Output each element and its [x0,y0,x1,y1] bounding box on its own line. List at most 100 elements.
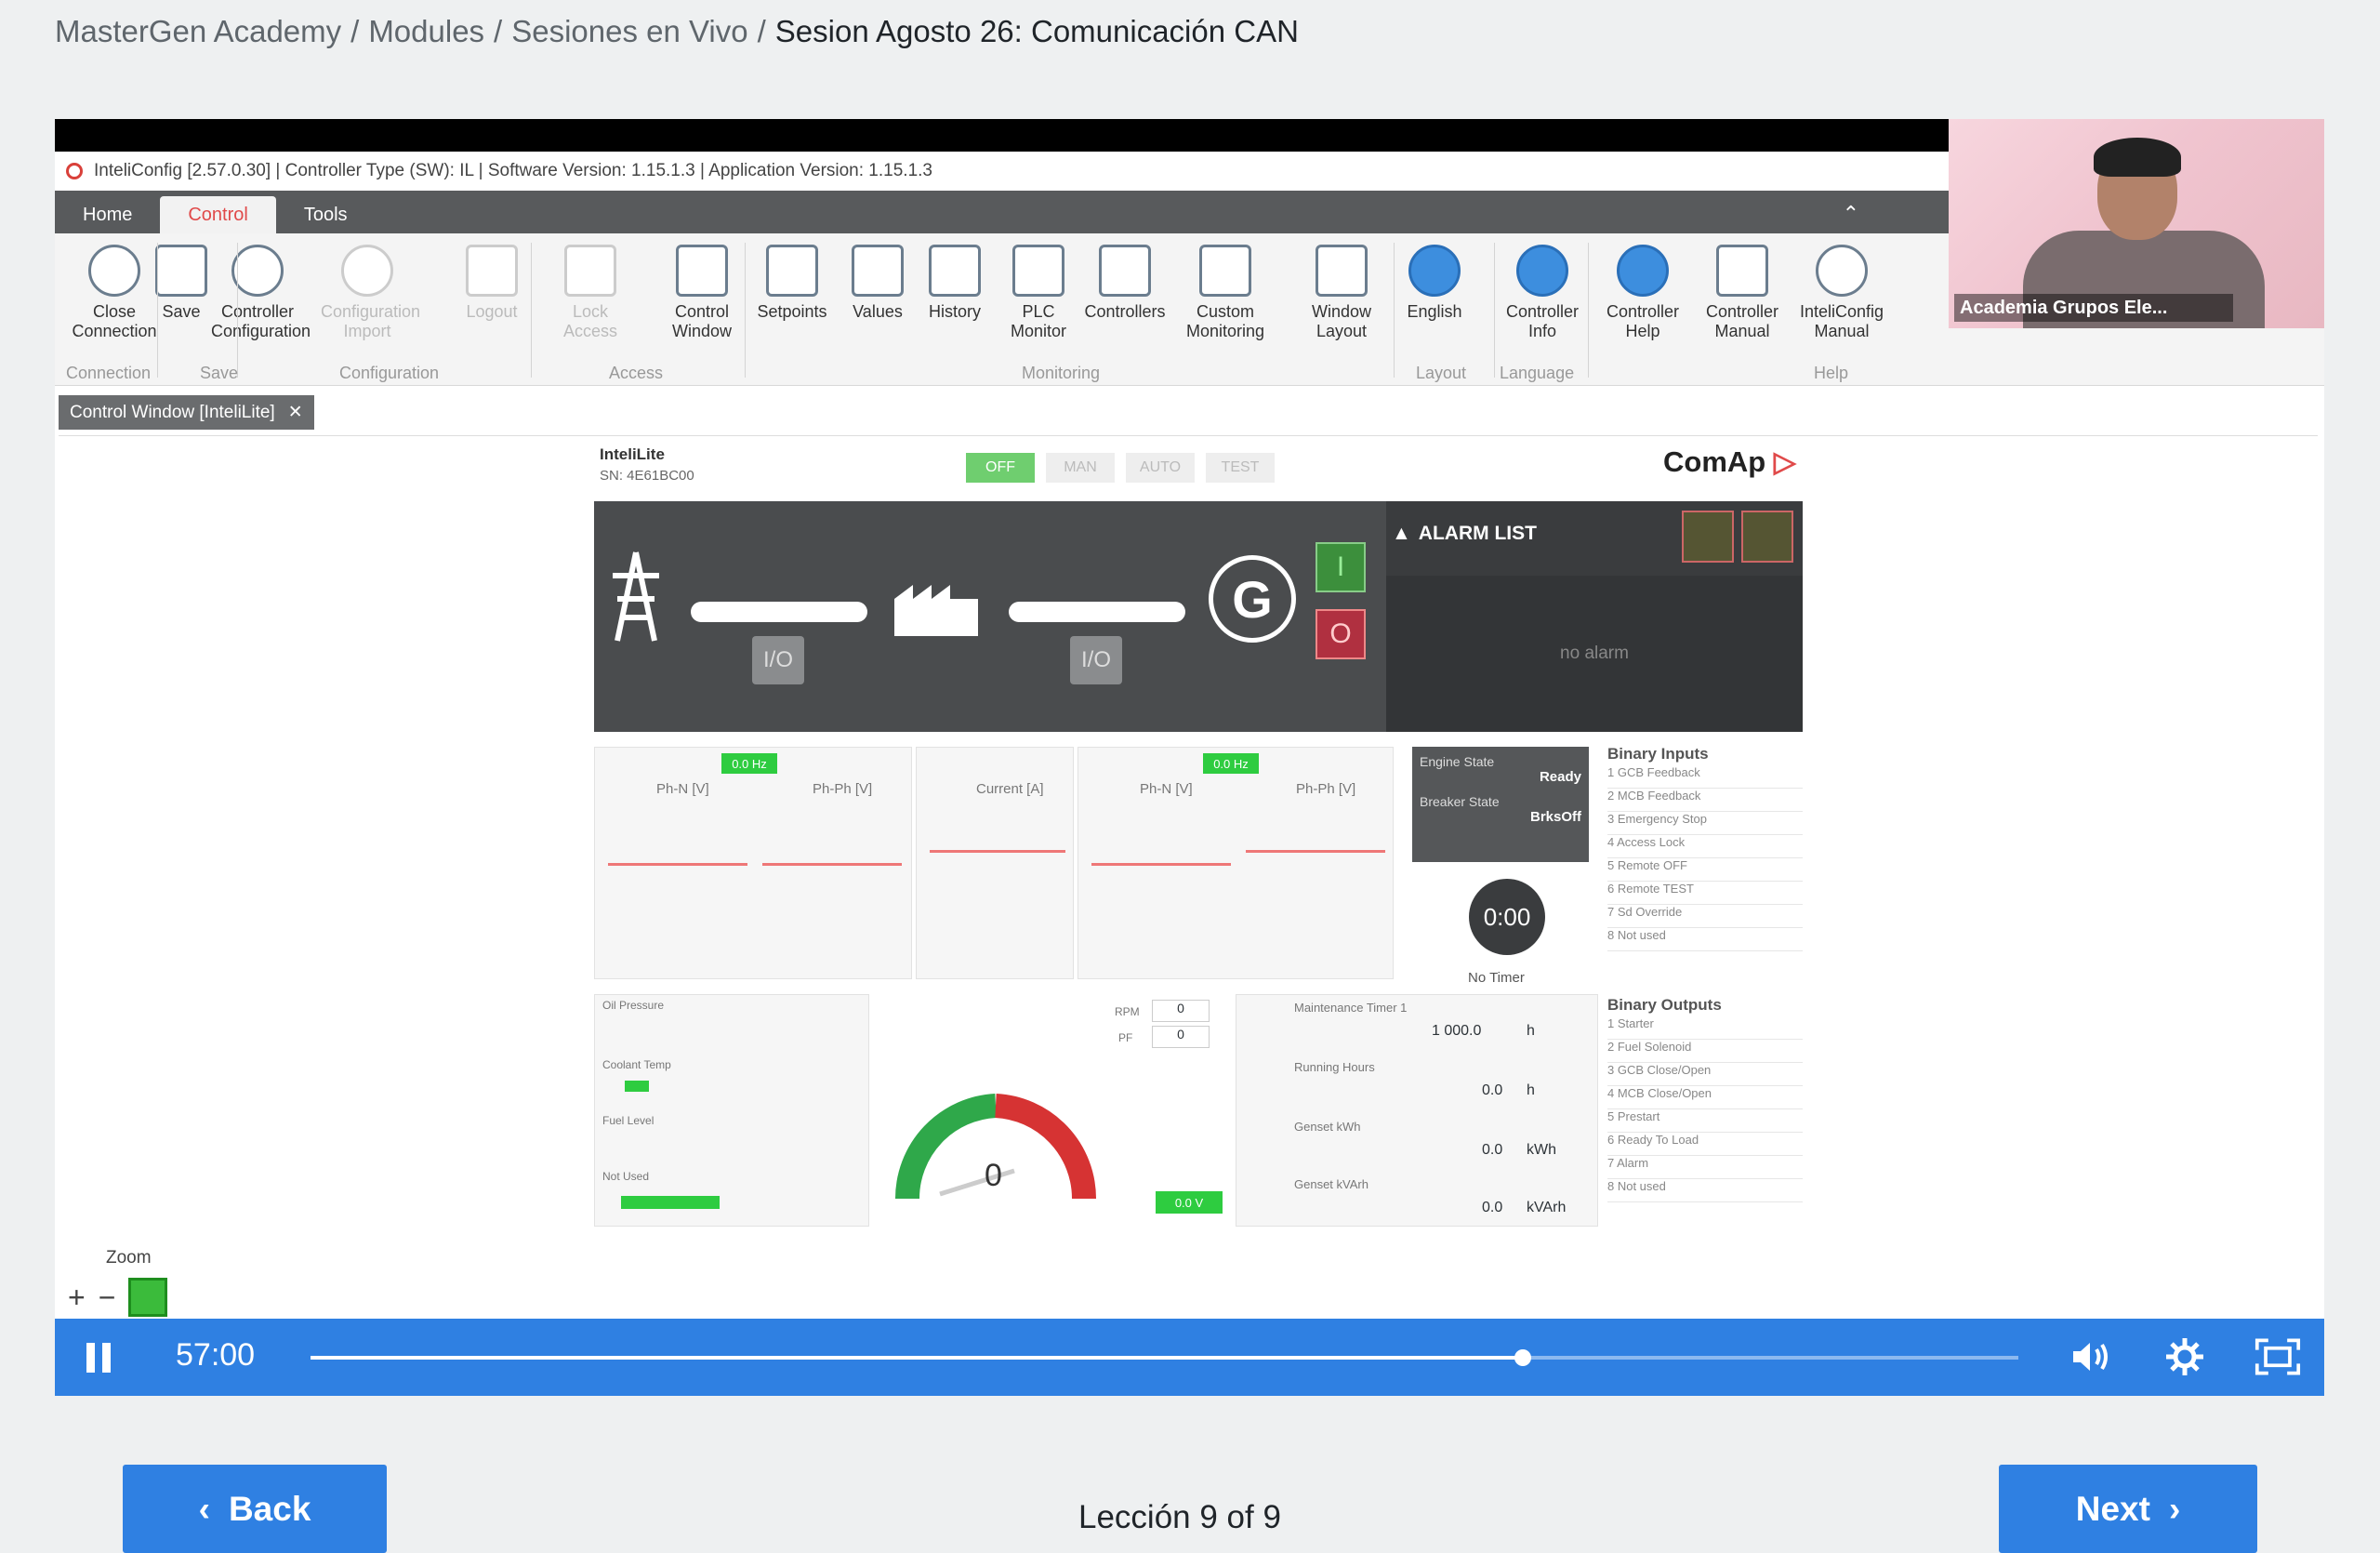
ribbon-logout: Logout [445,245,538,322]
generator-bus-bar [1009,602,1185,622]
layout-icon [1316,245,1368,297]
progress-fill [311,1356,1524,1360]
list-item: 2 MCB Feedback [1607,789,1803,812]
inteliconfig-logo-icon [66,163,83,179]
binary-inputs-list: 1 GCB Feedback 2 MCB Feedback 3 Emergenc… [1607,765,1803,951]
ribbon-setpoints: Setpoints [746,245,839,322]
ribbon-group-configuration: Configuration [339,364,440,382]
fullscreen-icon [2254,1338,2301,1375]
counter-value: 0.0 [1482,1082,1503,1098]
list-item: 4 Access Lock [1607,835,1803,858]
breadcrumb-link-academy[interactable]: MasterGen Academy [55,14,341,49]
ribbon-controller-configuration: Controller Configuration [211,245,311,341]
import-icon [341,245,393,297]
counter-label: Maintenance Timer 1 [1294,1001,1408,1015]
generator-voltage-meters: 0.0 Hz Ph-N [V] Ph-Ph [V] [1078,747,1394,979]
ribbon-controller-info: Controller Info [1496,245,1589,341]
info-icon [1516,245,1568,297]
breaker-open-button: O [1316,609,1366,659]
ribbon-plc-monitor: PLC Monitor [992,245,1085,341]
webcam-caption: Academia Grupos Ele... [1954,294,2233,322]
breaker-close-button: I [1316,542,1366,592]
list-item: 2 Fuel Solenoid [1607,1040,1803,1063]
progress-bar[interactable] [311,1349,2018,1366]
controller-panel: InteliLite SN: 4E61BC00 OFF MAN AUTO TES… [594,436,1803,1236]
ribbon-configuration-import: Configuration Import [321,245,420,341]
list-item: 1 GCB Feedback [1607,765,1803,789]
meter-label: Ph-N [V] [1140,781,1193,797]
zoom-panel: Zoom + − [55,1242,204,1328]
battery-voltage-badge: 0.0 V [1156,1191,1223,1214]
list-item: 1 Starter [1607,1016,1803,1040]
video-letterbox [55,119,1949,152]
analog-label: Oil Pressure [602,999,665,1012]
mains-bus-bar [691,602,867,622]
help-icon [1617,245,1669,297]
load-factory-icon [894,585,978,636]
list-item: 5 Prestart [1607,1109,1803,1133]
ribbon-group-connection: Connection [66,364,152,382]
list-item: 8 Not used [1607,928,1803,951]
list-item: 4 MCB Close/Open [1607,1086,1803,1109]
ribbon-group-monitoring: Monitoring [1022,364,1101,382]
gear-icon [231,245,284,297]
ribbon-group-save: Save [200,364,239,382]
close-icon: ✕ [287,403,303,422]
engine-state-label: Engine State [1420,754,1495,769]
pf-label: PF [1118,1031,1133,1044]
warning-icon: ▲ [1392,523,1411,544]
controller-serial: SN: 4E61BC00 [600,468,694,484]
volume-button[interactable] [2069,1334,2115,1380]
breadcrumb-separator: / [350,14,360,48]
binary-inputs-title: Binary Inputs [1607,745,1709,763]
mains-tower-icon [613,551,659,642]
ribbon-inteliconfig-manual: InteliConfig Manual [1795,245,1888,341]
list-item: 7 Alarm [1607,1156,1803,1179]
counter-value: 1 000.0 [1432,1023,1482,1039]
player-controls: 57:00 [55,1319,2324,1396]
mode-man: MAN [1046,453,1115,483]
counter-value: 0.0 [1482,1200,1503,1215]
counter-unit: kWh [1527,1142,1556,1158]
counters-panel: Maintenance Timer 1 1 000.0 h Running Ho… [1236,994,1598,1227]
breadcrumb-link-sessions[interactable]: Sesiones en Vivo [511,14,747,49]
video-player[interactable]: InteliConfig [2.57.0.30] | Controller Ty… [55,119,2324,1396]
zoom-in-icon: + [68,1280,86,1314]
analog-label: Fuel Level [602,1114,654,1127]
logout-icon [466,245,518,297]
ribbon-group-language: Language [1500,364,1575,382]
edit-icon [1199,245,1251,297]
rpm-label: RPM [1115,1005,1140,1018]
engine-state-value: Ready [1539,769,1581,785]
tab-tools: Tools [303,204,348,225]
next-button[interactable]: Next › [1999,1465,2257,1553]
ribbon-history: History [908,245,1001,322]
counter-unit: kVArh [1527,1200,1567,1215]
list-item: 5 Remote OFF [1607,858,1803,882]
alarm-list: ▲ ALARM LIST no alarm [1386,501,1803,732]
mains-voltage-meters: 0.0 Hz Ph-N [V] Ph-Ph [V] [594,747,912,979]
zoom-fit-icon [128,1278,168,1317]
pause-button[interactable] [86,1343,118,1374]
lesson-counter: Lección 9 of 9 [1078,1499,1281,1535]
window-icon [676,245,728,297]
gauge-value: 0 [985,1158,1002,1193]
ribbon-controller-help: Controller Help [1596,245,1689,341]
counter-unit: h [1527,1082,1535,1098]
mode-test: TEST [1206,453,1275,483]
settings-button[interactable] [2162,1334,2208,1380]
list-item: 8 Not used [1607,1179,1803,1202]
breaker-state-value: BrksOff [1529,809,1581,825]
collapse-ribbon-icon: ⌃ [1842,202,1859,225]
back-button[interactable]: ‹ Back [123,1465,387,1553]
zoom-label: Zoom [106,1248,152,1268]
rpm-value: 0 [1152,1000,1210,1022]
presenter-webcam: Academia Grupos Ele... [1949,119,2324,328]
breadcrumb-link-modules[interactable]: Modules [368,14,484,49]
mains-frequency-badge: 0.0 Hz [721,753,777,774]
timer-label: No Timer [1468,970,1525,986]
fullscreen-button[interactable] [2254,1334,2301,1380]
progress-handle[interactable] [1514,1349,1532,1366]
analog-label: Coolant Temp [602,1058,671,1071]
tab-home: Home [83,204,133,225]
